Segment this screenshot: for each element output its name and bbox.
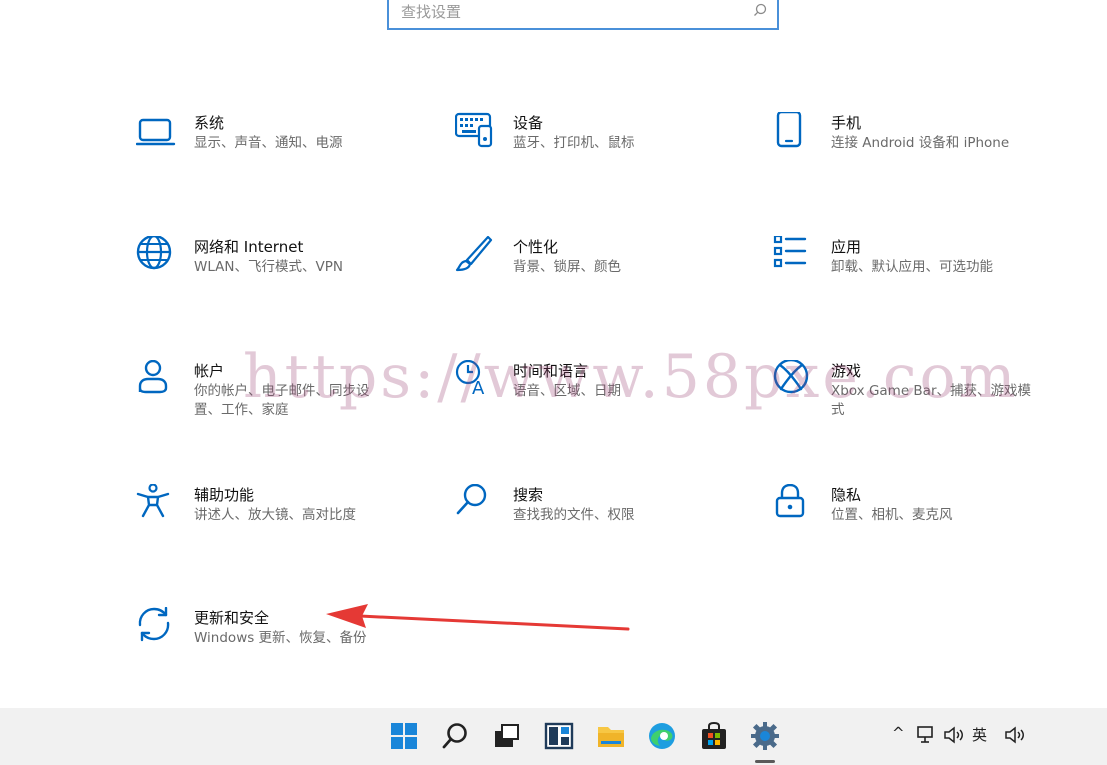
search-icon	[754, 3, 767, 16]
edge-icon[interactable]	[644, 718, 680, 754]
network-icon[interactable]	[917, 726, 937, 748]
tile-accessibility[interactable]: 辅助功能 讲述人、放大镜、高对比度	[136, 484, 436, 554]
tile-search[interactable]: 搜索 查找我的文件、权限	[455, 484, 755, 554]
store-icon[interactable]	[696, 718, 732, 754]
tile-gaming[interactable]: 游戏 Xbox Game Bar、捕获、游戏模式	[773, 360, 1073, 430]
windows-start-icon[interactable]	[386, 718, 422, 754]
laptop-icon	[136, 112, 176, 152]
tile-phone[interactable]: 手机 连接 Android 设备和 iPhone	[773, 112, 1073, 182]
tile-title: 辅助功能	[194, 486, 255, 504]
sync-icon	[136, 607, 176, 647]
taskbar: ^ 英	[0, 708, 1107, 765]
tile-title: 搜索	[513, 486, 544, 504]
tile-title: 帐户	[194, 362, 225, 380]
tray-chevron-icon[interactable]: ^	[892, 724, 905, 742]
active-app-indicator	[755, 760, 775, 763]
tile-desc: 连接 Android 设备和 iPhone	[831, 135, 1010, 151]
keyboard-icon	[455, 112, 495, 152]
search-icon[interactable]	[437, 718, 473, 754]
ime-indicator[interactable]: 英	[972, 724, 987, 745]
tile-system[interactable]: 系统 显示、声音、通知、电源	[136, 112, 436, 182]
lock-icon	[773, 484, 813, 524]
globe-icon	[136, 236, 176, 276]
tile-desc: 语音、区域、日期	[513, 383, 621, 399]
settings-gear-icon[interactable]	[747, 718, 783, 754]
tile-desc: 你的帐户、电子邮件、同步设置、工作、家庭	[194, 383, 370, 418]
tile-title: 手机	[831, 114, 862, 132]
search-box[interactable]	[387, 0, 779, 30]
search-input[interactable]	[399, 1, 743, 23]
widgets-icon[interactable]	[541, 718, 577, 754]
person-icon	[136, 360, 176, 400]
tile-desc: 蓝牙、打印机、鼠标	[513, 135, 635, 151]
tile-personalization[interactable]: 个性化 背景、锁屏、颜色	[455, 236, 755, 306]
tile-title: 时间和语言	[513, 362, 589, 380]
phone-icon	[773, 112, 813, 152]
search-icon	[455, 484, 495, 524]
brush-icon	[455, 236, 495, 276]
tile-title: 游戏	[831, 362, 862, 380]
tile-title: 系统	[194, 114, 225, 132]
tile-desc: 背景、锁屏、颜色	[513, 259, 621, 275]
tile-desc: 位置、相机、麦克风	[831, 507, 953, 523]
volume-icon-2[interactable]	[1004, 726, 1026, 748]
tile-desc: 卸载、默认应用、可选功能	[831, 259, 993, 275]
tile-apps[interactable]: 应用 卸载、默认应用、可选功能	[773, 236, 1073, 306]
tile-desc: Xbox Game Bar、捕获、游戏模式	[831, 383, 1032, 418]
tile-title: 网络和 Internet	[194, 238, 304, 256]
tile-title: 应用	[831, 238, 862, 256]
task-view-icon[interactable]	[489, 718, 525, 754]
tile-title: 更新和安全	[194, 609, 270, 627]
tile-time-language[interactable]: A 时间和语言 语音、区域、日期	[455, 360, 755, 430]
tile-desc: 显示、声音、通知、电源	[194, 135, 343, 151]
tile-title: 个性化	[513, 238, 559, 256]
tile-title: 设备	[513, 114, 544, 132]
xbox-icon	[773, 360, 813, 400]
svg-text:A: A	[472, 378, 485, 399]
clock-language-icon: A	[455, 360, 495, 400]
tile-network[interactable]: 网络和 Internet WLAN、飞行模式、VPN	[136, 236, 436, 306]
volume-icon[interactable]	[943, 726, 965, 748]
accessibility-icon	[136, 484, 176, 524]
file-explorer-icon[interactable]	[593, 718, 629, 754]
tile-desc: 讲述人、放大镜、高对比度	[194, 507, 356, 523]
tile-accounts[interactable]: 帐户 你的帐户、电子邮件、同步设置、工作、家庭	[136, 360, 436, 430]
tile-desc: WLAN、飞行模式、VPN	[194, 259, 343, 275]
tile-title: 隐私	[831, 486, 862, 504]
tile-devices[interactable]: 设备 蓝牙、打印机、鼠标	[455, 112, 755, 182]
tile-update-security[interactable]: 更新和安全 Windows 更新、恢复、备份	[136, 607, 436, 677]
tile-privacy[interactable]: 隐私 位置、相机、麦克风	[773, 484, 1073, 554]
tile-desc: Windows 更新、恢复、备份	[194, 630, 367, 646]
apps-list-icon	[773, 236, 813, 276]
tile-desc: 查找我的文件、权限	[513, 507, 635, 523]
